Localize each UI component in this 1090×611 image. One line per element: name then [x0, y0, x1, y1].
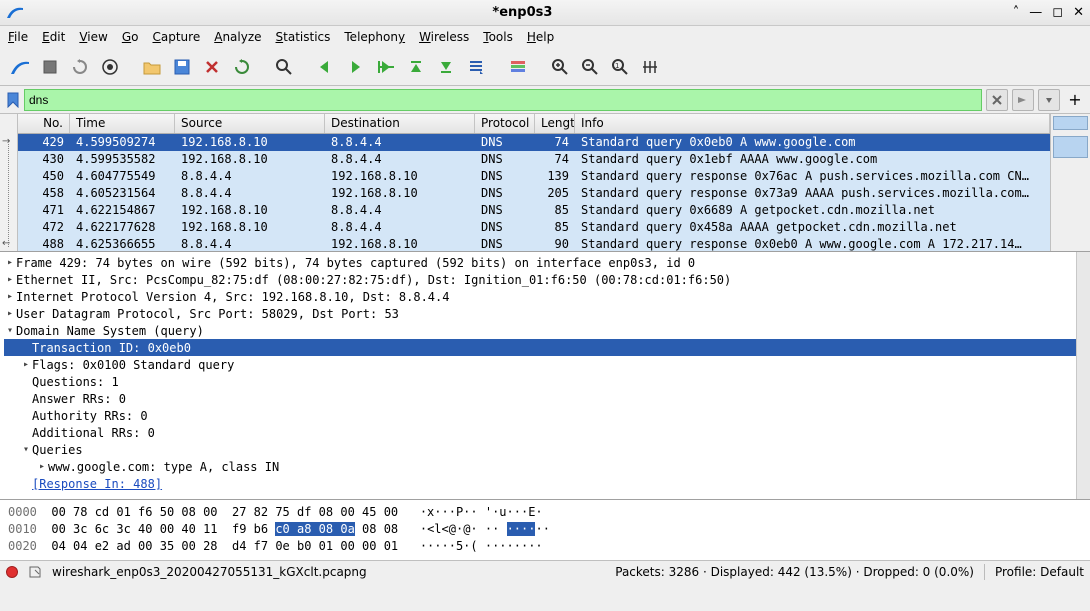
column-time[interactable]: Time — [70, 114, 175, 133]
bookmark-icon[interactable] — [4, 89, 22, 111]
column-no[interactable]: No. — [18, 114, 70, 133]
go-forward-button[interactable] — [342, 53, 370, 81]
status-profile[interactable]: Profile: Default — [995, 565, 1084, 579]
related-packet-gutter: → ← — [0, 114, 18, 251]
filter-history-button[interactable] — [1038, 89, 1060, 111]
maximize-icon[interactable]: ◻ — [1052, 5, 1063, 20]
tree-answer[interactable]: Answer RRs: 0 — [32, 392, 126, 406]
menu-help[interactable]: Help — [527, 30, 554, 44]
expert-info-icon[interactable] — [6, 566, 18, 578]
menu-go[interactable]: Go — [122, 30, 139, 44]
tree-additional[interactable]: Additional RRs: 0 — [32, 426, 155, 440]
menu-tools[interactable]: Tools — [483, 30, 513, 44]
start-capture-button[interactable] — [6, 53, 34, 81]
go-back-button[interactable] — [312, 53, 340, 81]
zoom-in-button[interactable] — [546, 53, 574, 81]
column-source[interactable]: Source — [175, 114, 325, 133]
packet-list[interactable]: No. Time Source Destination Protocol Len… — [18, 114, 1050, 251]
tree-authority[interactable]: Authority RRs: 0 — [32, 409, 148, 423]
go-last-button[interactable] — [432, 53, 460, 81]
menu-file[interactable]: File — [8, 30, 28, 44]
table-row[interactable]: 4884.6253666558.8.4.4192.168.8.10DNS90St… — [18, 236, 1050, 251]
clear-filter-button[interactable] — [986, 89, 1008, 111]
filter-toolbar: + — [0, 86, 1090, 114]
apply-filter-button[interactable] — [1012, 89, 1034, 111]
hex-selection[interactable]: c0 a8 08 0a — [275, 522, 354, 536]
table-row[interactable]: 4714.622154867192.168.8.108.8.4.4DNS85St… — [18, 202, 1050, 219]
table-row[interactable]: 4584.6052315648.8.4.4192.168.8.10DNS205S… — [18, 185, 1050, 202]
wireshark-icon — [6, 4, 24, 22]
table-row[interactable]: 4724.622177628192.168.8.108.8.4.4DNS85St… — [18, 219, 1050, 236]
capture-file-properties-icon[interactable] — [28, 565, 42, 579]
title-bar: *enp0s3 ˄ — ◻ ✕ — [0, 0, 1090, 26]
intelligent-scrollbar[interactable] — [1050, 114, 1090, 251]
menu-view[interactable]: View — [79, 30, 107, 44]
column-length[interactable]: Length — [535, 114, 575, 133]
column-destination[interactable]: Destination — [325, 114, 475, 133]
colorize-button[interactable] — [504, 53, 532, 81]
go-to-packet-button[interactable] — [372, 53, 400, 81]
packet-bytes-pane[interactable]: 0000 00 78 cd 01 f6 50 08 00 27 82 75 df… — [0, 500, 1090, 560]
go-first-button[interactable] — [402, 53, 430, 81]
tree-ethernet[interactable]: Ethernet II, Src: PcsCompu_82:75:df (08:… — [16, 273, 731, 287]
menu-bar: File Edit View Go Capture Analyze Statis… — [0, 26, 1090, 48]
close-file-button[interactable] — [198, 53, 226, 81]
column-info[interactable]: Info — [575, 114, 1050, 133]
expand-icon[interactable]: ▸ — [20, 359, 32, 370]
main-toolbar: 1 — [0, 48, 1090, 86]
save-file-button[interactable] — [168, 53, 196, 81]
minimize-icon[interactable]: — — [1029, 5, 1042, 20]
expand-icon[interactable]: ▸ — [36, 461, 48, 472]
tree-response-link[interactable]: [Response In: 488] — [32, 477, 162, 491]
status-file: wireshark_enp0s3_20200427055131_kGXclt.p… — [52, 565, 367, 579]
tree-dns[interactable]: Domain Name System (query) — [16, 324, 204, 338]
tree-frame[interactable]: Frame 429: 74 bytes on wire (592 bits), … — [16, 256, 695, 270]
collapse-icon[interactable]: ▾ — [20, 444, 32, 455]
add-filter-button[interactable]: + — [1064, 89, 1086, 111]
zoom-out-button[interactable] — [576, 53, 604, 81]
find-packet-button[interactable] — [270, 53, 298, 81]
restart-capture-button[interactable] — [66, 53, 94, 81]
packet-details-pane[interactable]: ▸Frame 429: 74 bytes on wire (592 bits),… — [0, 252, 1090, 500]
vertical-scrollbar[interactable] — [1076, 252, 1090, 499]
auto-scroll-button[interactable] — [462, 53, 490, 81]
collapse-icon[interactable]: ▾ — [4, 325, 16, 336]
open-file-button[interactable] — [138, 53, 166, 81]
status-bar: wireshark_enp0s3_20200427055131_kGXclt.p… — [0, 560, 1090, 582]
close-window-icon[interactable]: ✕ — [1073, 5, 1084, 20]
status-packet-counts: Packets: 3286 · Displayed: 442 (13.5%) ·… — [615, 565, 974, 579]
packet-list-header[interactable]: No. Time Source Destination Protocol Len… — [18, 114, 1050, 134]
svg-text:1: 1 — [615, 62, 619, 70]
tree-ip[interactable]: Internet Protocol Version 4, Src: 192.16… — [16, 290, 449, 304]
tree-query-entry[interactable]: www.google.com: type A, class IN — [48, 460, 279, 474]
zoom-reset-button[interactable]: 1 — [606, 53, 634, 81]
expand-icon[interactable]: ▸ — [4, 308, 16, 319]
display-filter-input[interactable] — [24, 89, 982, 111]
minimize-window-icon[interactable]: ˄ — [1013, 5, 1020, 20]
tree-queries[interactable]: Queries — [32, 443, 83, 457]
column-protocol[interactable]: Protocol — [475, 114, 535, 133]
menu-capture[interactable]: Capture — [152, 30, 200, 44]
tree-questions[interactable]: Questions: 1 — [32, 375, 119, 389]
menu-wireless[interactable]: Wireless — [419, 30, 469, 44]
menu-statistics[interactable]: Statistics — [276, 30, 331, 44]
expand-icon[interactable]: ▸ — [4, 274, 16, 285]
expand-icon[interactable]: ▸ — [4, 291, 16, 302]
capture-options-button[interactable] — [96, 53, 124, 81]
reload-file-button[interactable] — [228, 53, 256, 81]
resize-columns-button[interactable] — [636, 53, 664, 81]
window-title: *enp0s3 — [32, 5, 1013, 20]
menu-analyze[interactable]: Analyze — [214, 30, 261, 44]
tree-udp[interactable]: User Datagram Protocol, Src Port: 58029,… — [16, 307, 399, 321]
table-row[interactable]: 4294.599509274192.168.8.108.8.4.4DNS74St… — [18, 134, 1050, 151]
stop-capture-button[interactable] — [36, 53, 64, 81]
table-row[interactable]: 4304.599535582192.168.8.108.8.4.4DNS74St… — [18, 151, 1050, 168]
tree-flags[interactable]: Flags: 0x0100 Standard query — [32, 358, 234, 372]
expand-icon[interactable]: ▸ — [4, 257, 16, 268]
menu-edit[interactable]: Edit — [42, 30, 65, 44]
menu-telephony[interactable]: Telephony — [344, 30, 405, 44]
table-row[interactable]: 4504.6047755498.8.4.4192.168.8.10DNS139S… — [18, 168, 1050, 185]
tree-txid[interactable]: Transaction ID: 0x0eb0 — [32, 341, 191, 355]
